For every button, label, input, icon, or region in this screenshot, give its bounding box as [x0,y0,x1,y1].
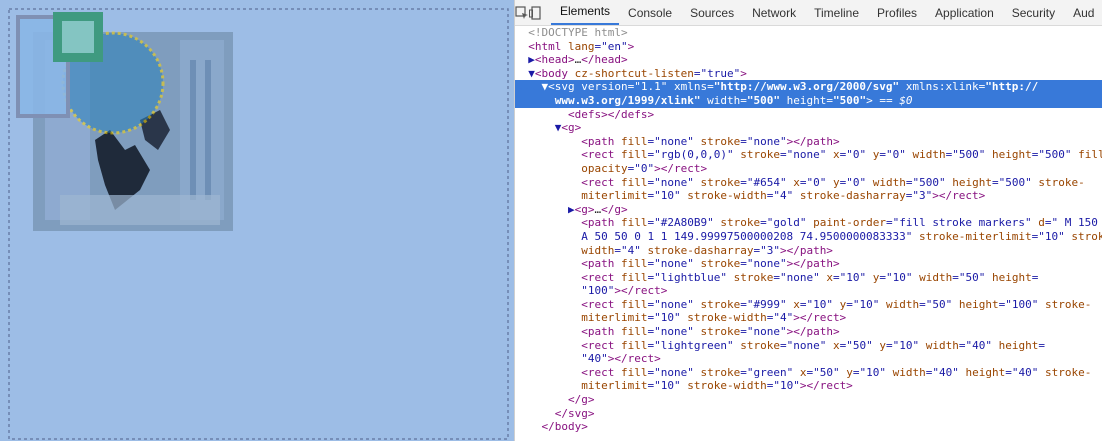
lightgreen-rect [62,21,94,53]
dom-line[interactable]: ▼<g> [515,121,1102,135]
tab-timeline[interactable]: Timeline [805,1,868,25]
dom-line[interactable]: <path fill="none" stroke="none"></path> [515,135,1102,149]
dom-line[interactable]: ▼<svg version="1.1" xmlns="http://www.w3… [515,80,1102,94]
image-floor [60,195,220,225]
dom-line[interactable]: <path fill="#2A80B9" stroke="gold" paint… [515,216,1102,230]
dom-line[interactable]: ▶<g>…</g> [515,203,1102,217]
dom-line[interactable]: ▼<body cz-shortcut-listen="true"> [515,67,1102,81]
tab-aud[interactable]: Aud [1064,1,1102,25]
dom-line[interactable]: www.w3.org/1999/xlink" width="500" heigh… [515,93,1102,108]
dom-line[interactable]: </g> [515,393,1102,407]
svg-preview-panel [0,0,514,441]
dom-line[interactable]: "40"></rect> [515,352,1102,366]
tab-sources[interactable]: Sources [681,1,743,25]
dom-tree: <!DOCTYPE html> <html lang="en"> ▶<head>… [515,26,1102,441]
dom-line[interactable]: <rect fill="rgb(0,0,0)" stroke="none" x=… [515,148,1102,162]
image-window-bar [190,60,196,200]
dom-line[interactable]: opacity="0"></rect> [515,162,1102,176]
devtools-toolbar: Elements Console Sources Network Timeline Pro… [515,0,1102,26]
tab-application[interactable]: Application [926,1,1003,25]
dom-line[interactable]: <path fill="none" stroke="none"></path> [515,325,1102,339]
image-right-panel [180,40,224,220]
dom-line[interactable]: </body> [515,420,1102,434]
svg-canvas [0,0,514,441]
tab-network[interactable]: Network [743,1,805,25]
dom-line[interactable]: miterlimit="10" stroke-width="4"></rect> [515,311,1102,325]
dom-line[interactable]: <defs></defs> [515,108,1102,122]
device-mode-icon[interactable] [529,1,543,25]
tab-profiles[interactable]: Profiles [868,1,926,25]
dom-line[interactable]: miterlimit="10" stroke-width="10"></rect… [515,379,1102,393]
tab-console[interactable]: Console [619,1,681,25]
dom-line[interactable]: <html lang="en"> [515,40,1102,54]
dom-line[interactable]: A 50 50 0 1 1 149.99997500000208 74.9500… [515,230,1102,244]
dom-line[interactable]: <!DOCTYPE html> [515,26,1102,40]
dom-line[interactable]: <rect fill="none" stroke="#999" x="10" y… [515,298,1102,312]
more-options-icon[interactable]: ... [517,80,537,94]
devtools-tabs: Elements Console Sources Network Timeline Pro… [551,0,1102,25]
dom-line[interactable]: </svg> [515,407,1102,421]
dom-line[interactable]: <path fill="none" stroke="none"></path> [515,257,1102,271]
image-window-bar [205,60,211,200]
dom-line[interactable]: "100"></rect> [515,284,1102,298]
dom-line[interactable]: miterlimit="10" stroke-width="4" stroke-… [515,189,1102,203]
dom-line[interactable]: ▶<head>…</head> [515,53,1102,67]
tab-elements[interactable]: Elements [551,0,620,25]
inspect-element-icon[interactable] [515,1,529,25]
devtools-panel: Elements Console Sources Network Timeline Pro… [514,0,1102,441]
dom-line[interactable]: width="4" stroke-dasharray="3"></path> [515,244,1102,258]
tab-security[interactable]: Security [1003,1,1064,25]
dom-line[interactable]: <rect fill="lightblue" stroke="none" x="… [515,271,1102,285]
dom-line[interactable]: <rect fill="lightgreen" stroke="none" x=… [515,339,1102,353]
dom-line[interactable]: <rect fill="none" stroke="green" x="50" … [515,366,1102,380]
dom-line[interactable]: <rect fill="none" stroke="#654" x="0" y=… [515,176,1102,190]
